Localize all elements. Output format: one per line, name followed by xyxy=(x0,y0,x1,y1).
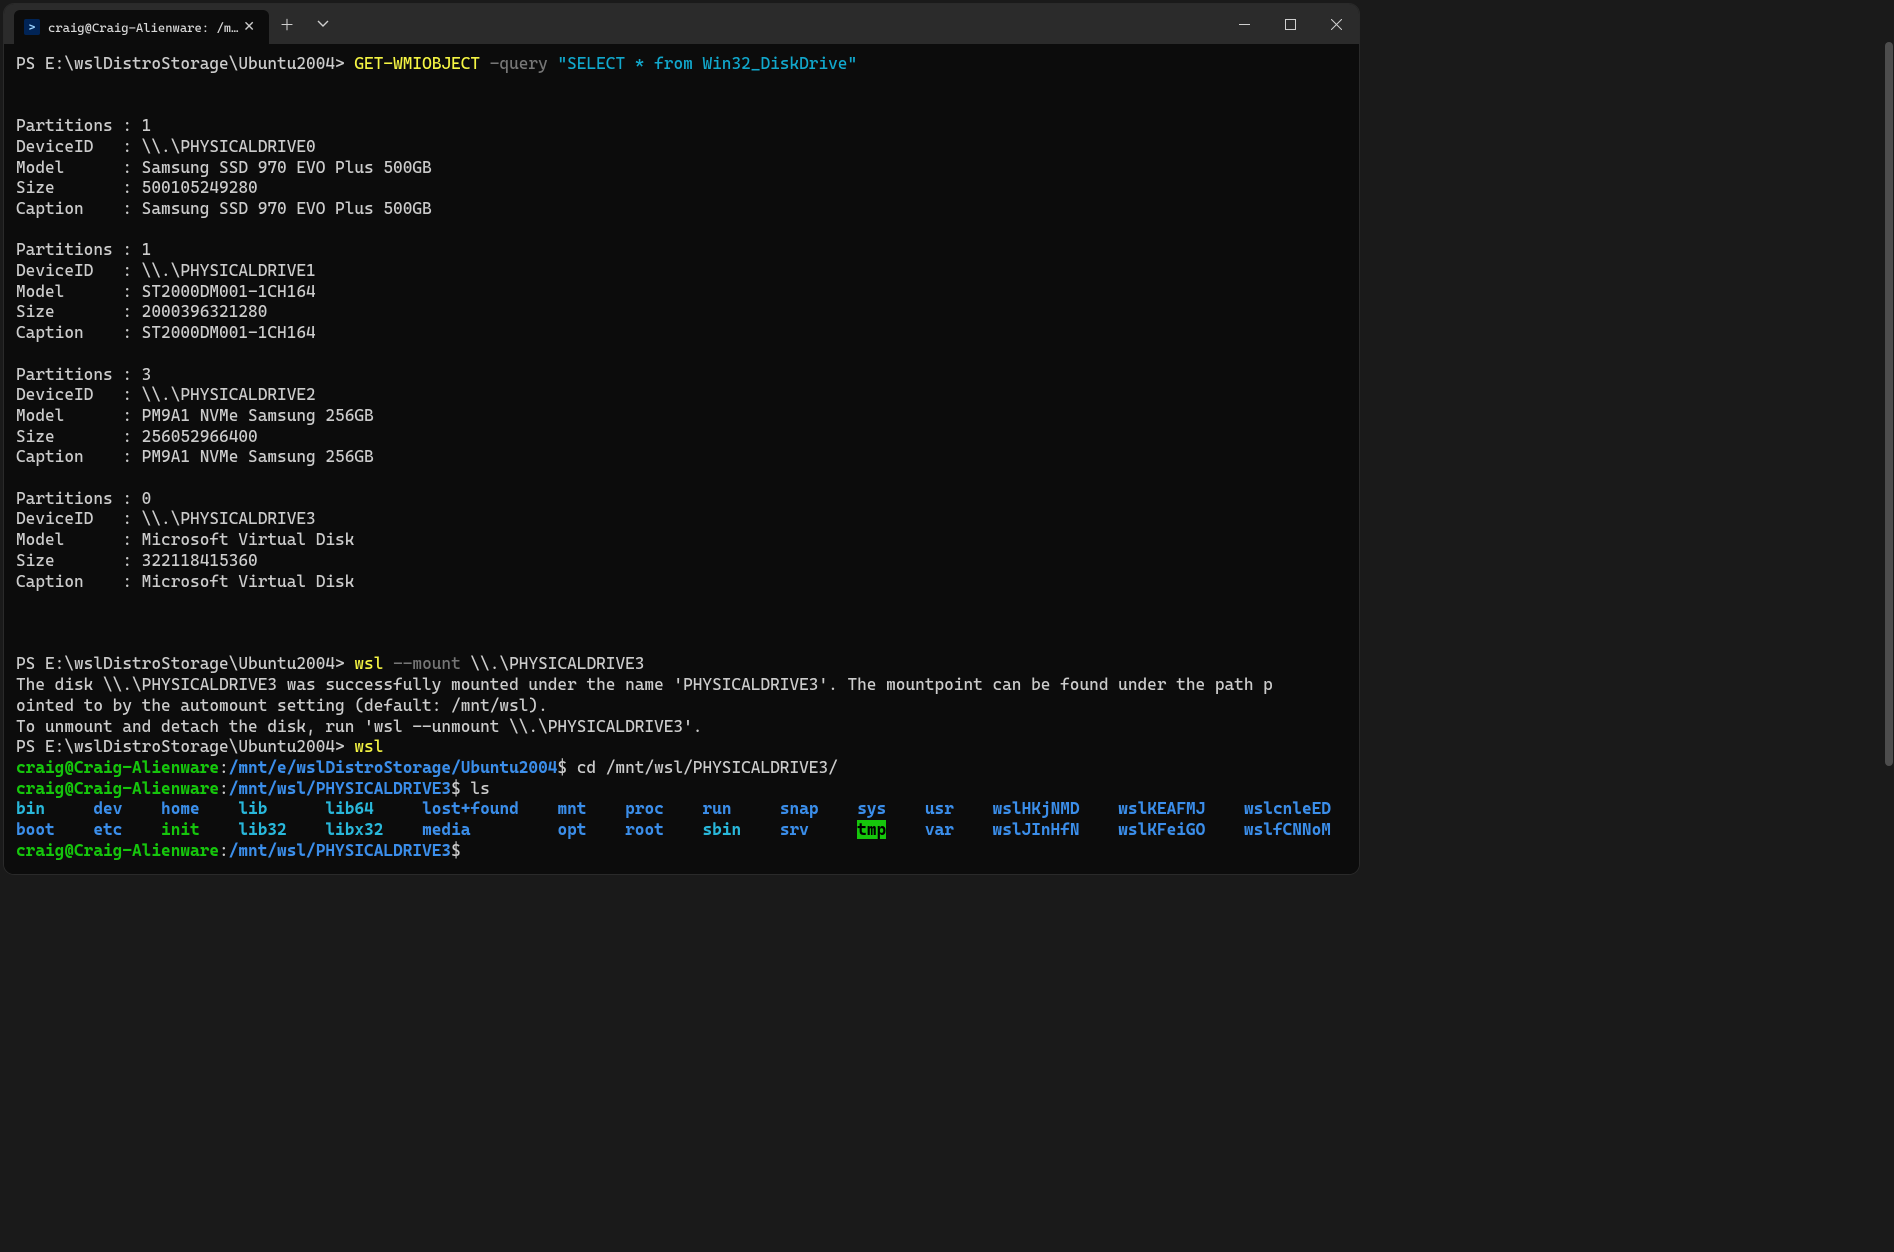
tab-strip: > craig@Craig-Alienware: /mnt/w ✕ xyxy=(4,4,269,44)
close-icon[interactable]: ✕ xyxy=(239,17,259,37)
window-close-button[interactable] xyxy=(1313,4,1359,44)
titlebar[interactable]: > craig@Craig-Alienware: /mnt/w ✕ ＋ xyxy=(4,4,1359,44)
tab-active[interactable]: > craig@Craig-Alienware: /mnt/w ✕ xyxy=(14,10,269,44)
tab-dropdown-button[interactable] xyxy=(305,4,341,44)
titlebar-drag-region[interactable] xyxy=(341,4,1221,44)
minimize-button[interactable] xyxy=(1221,4,1267,44)
powershell-icon: > xyxy=(24,19,40,35)
tab-title: craig@Craig-Alienware: /mnt/w xyxy=(48,20,239,35)
new-tab-button[interactable]: ＋ xyxy=(269,4,305,44)
terminal-window: > craig@Craig-Alienware: /mnt/w ✕ ＋ PS E… xyxy=(4,4,1359,874)
window-controls xyxy=(1221,4,1359,44)
maximize-button[interactable] xyxy=(1267,4,1313,44)
terminal-body[interactable]: PS E:\wslDistroStorage\Ubuntu2004> GET-W… xyxy=(4,44,1359,874)
